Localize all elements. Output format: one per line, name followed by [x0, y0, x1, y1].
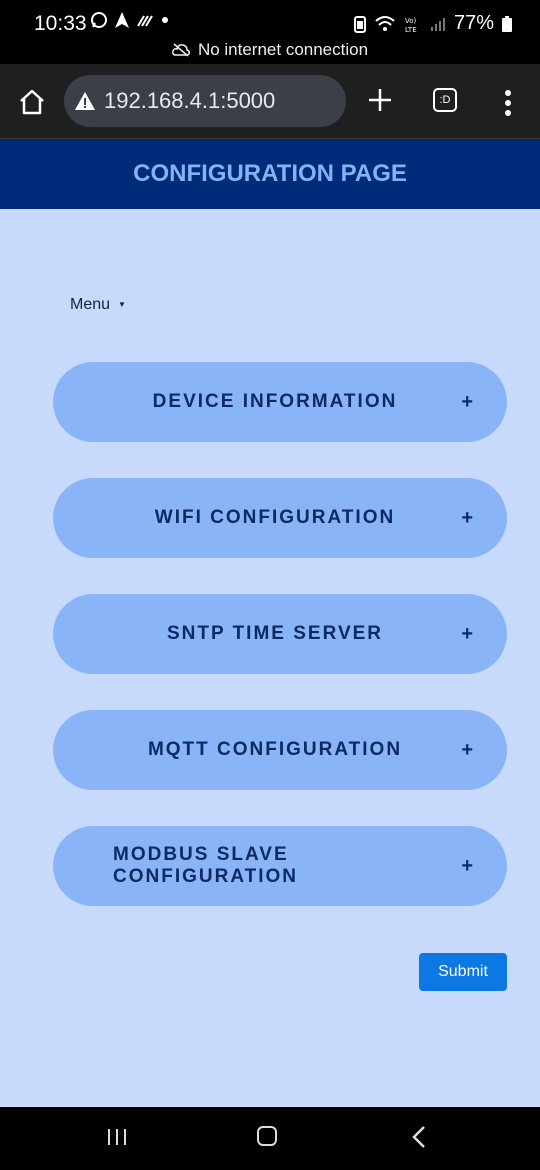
svg-text:LTE: LTE	[405, 26, 417, 33]
navigation-icon	[115, 12, 129, 28]
url-text[interactable]: 192.168.4.1:5000	[104, 88, 275, 114]
volte-icon: Vo)LTE	[405, 17, 417, 33]
whatsapp-icon	[91, 12, 107, 28]
accordion-sntp-time-server[interactable]: SNTP TIME SERVER +	[53, 594, 507, 674]
battery-saver-icon	[353, 15, 366, 33]
home-button-icon[interactable]	[257, 1126, 277, 1146]
page-title: CONFIGURATION PAGE	[0, 139, 540, 209]
menu-dropdown[interactable]: Menu ▼	[70, 296, 126, 314]
cell-signal-icon	[430, 17, 445, 31]
plus-icon[interactable]: +	[461, 594, 473, 674]
plus-icon[interactable]: +	[461, 826, 473, 906]
address-bar[interactable]: 192.168.4.1:5000	[64, 75, 346, 127]
battery-percent: 77%	[453, 12, 494, 34]
browser-toolbar: 192.168.4.1:5000 :D	[0, 64, 540, 139]
back-icon[interactable]	[410, 1125, 428, 1149]
signal-icon	[137, 15, 153, 27]
web-page: CONFIGURATION PAGE Menu ▼ DEVICE INFORMAT…	[0, 139, 540, 1107]
accordion-label[interactable]: DEVICE INFORMATION	[53, 362, 437, 442]
accordion-device-information[interactable]: DEVICE INFORMATION +	[53, 362, 507, 442]
more-options-icon[interactable]	[504, 90, 512, 116]
plus-icon[interactable]: +	[461, 710, 473, 790]
accordion-label[interactable]: MODBUS SLAVE CONFIGURATION	[53, 826, 437, 906]
accordion-label[interactable]: MQTT CONFIGURATION	[53, 710, 437, 790]
svg-text:Vo): Vo)	[405, 17, 417, 25]
tab-switcher-button[interactable]: :D	[433, 88, 457, 112]
accordion-wifi-configuration[interactable]: WIFI CONFIGURATION +	[53, 478, 507, 558]
plus-icon[interactable]: +	[461, 478, 473, 558]
network-message-text: No internet connection	[197, 40, 369, 59]
menu-label[interactable]: Menu	[70, 296, 110, 313]
wifi-icon	[375, 15, 395, 31]
network-message: No internet connection	[0, 40, 540, 60]
caret-down-icon[interactable]: ▼	[118, 300, 126, 309]
status-time: 10:33	[34, 12, 87, 35]
dot-icon	[162, 17, 168, 23]
status-bar: 10:33 Vo) LTE 77% No internet connection	[0, 0, 540, 64]
system-nav-bar	[0, 1107, 540, 1170]
recent-apps-icon[interactable]	[106, 1127, 128, 1147]
plus-icon[interactable]: +	[461, 362, 473, 442]
battery-icon	[502, 15, 512, 32]
accordion-label[interactable]: WIFI CONFIGURATION	[53, 478, 437, 558]
new-tab-icon[interactable]	[366, 86, 394, 114]
submit-button[interactable]: Submit	[419, 953, 507, 991]
home-icon[interactable]	[18, 88, 46, 116]
accordion-mqtt-configuration[interactable]: MQTT CONFIGURATION +	[53, 710, 507, 790]
accordion-label[interactable]: SNTP TIME SERVER	[53, 594, 437, 674]
cloud-off-icon	[172, 43, 190, 57]
not-secure-warning-icon[interactable]	[74, 91, 96, 111]
accordion-modbus-slave-configuration[interactable]: MODBUS SLAVE CONFIGURATION +	[53, 826, 507, 906]
